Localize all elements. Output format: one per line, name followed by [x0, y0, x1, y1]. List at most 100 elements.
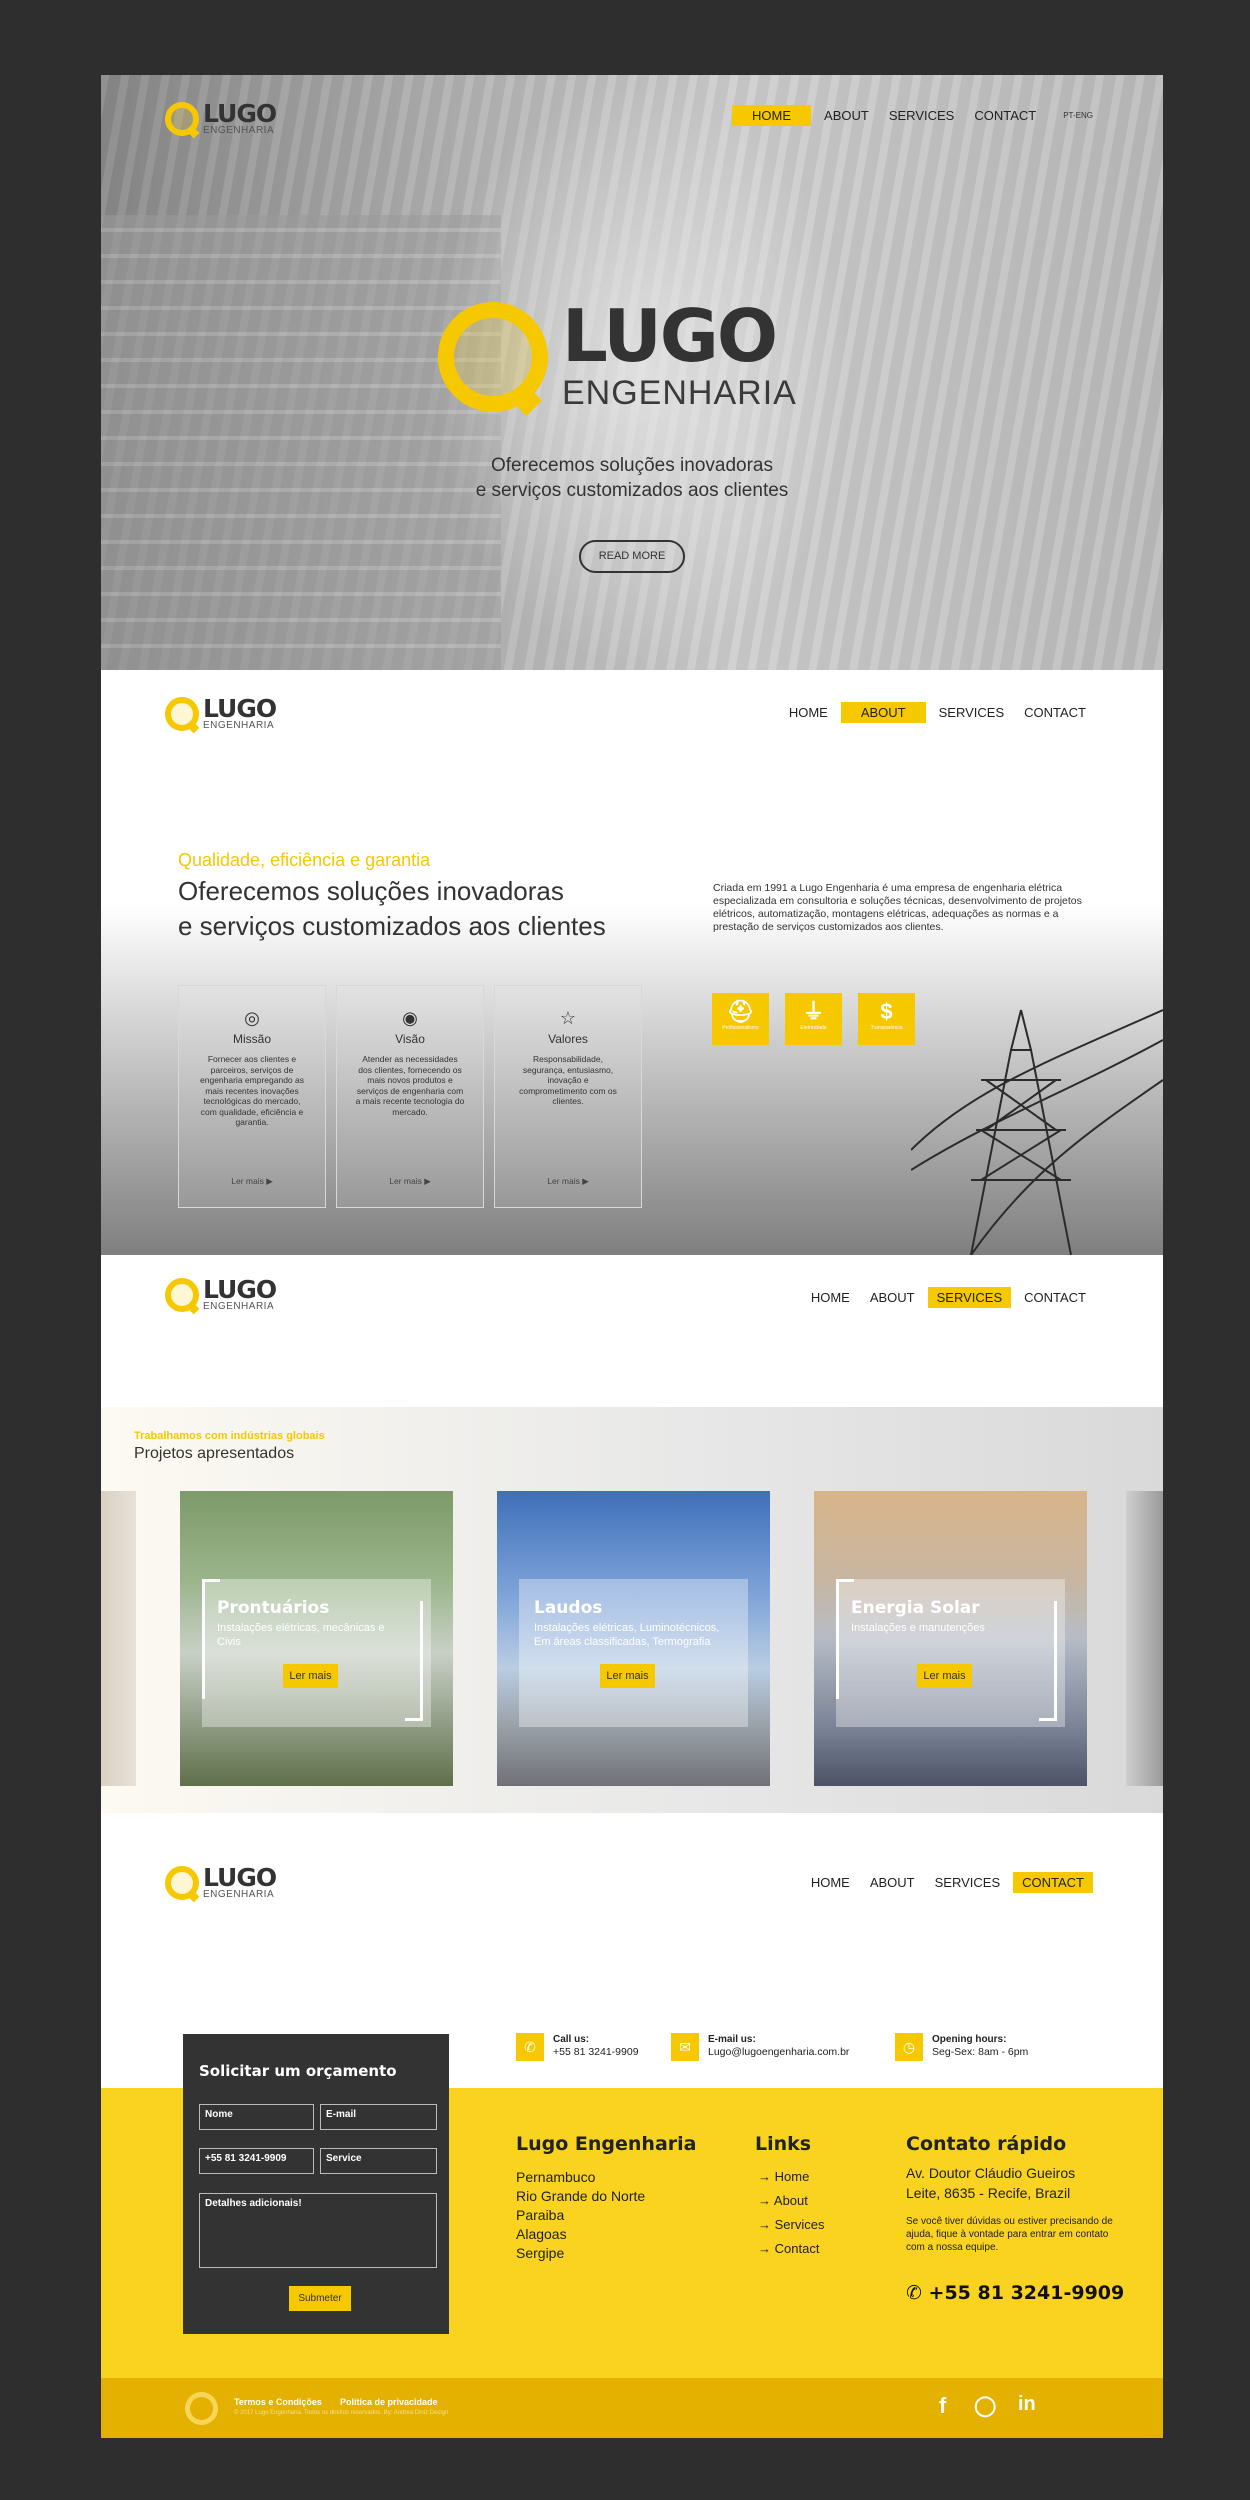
power-tower-image — [911, 1009, 1163, 1255]
name-field[interactable]: Nome — [199, 2104, 314, 2130]
facebook-icon[interactable]: f — [939, 2393, 946, 2419]
details-field[interactable]: Detalhes adicionais! — [199, 2193, 437, 2268]
read-more-link[interactable]: Ler mais ▶ — [179, 1176, 325, 1187]
project-read-more-button[interactable]: Ler mais — [600, 1664, 655, 1688]
services-tagline: Trabalhamos com indústrias globais — [134, 1430, 325, 1442]
contact-section: LUGO ENGENHARIA HOME ABOUT SERVICES CONTA… — [101, 1813, 1163, 2438]
nav-contact[interactable]: CONTACT — [1013, 1872, 1093, 1893]
footer-link-contact[interactable]: → Contact — [758, 2237, 824, 2261]
read-more-link[interactable]: Ler mais ▶ — [337, 1176, 483, 1187]
phone-field[interactable]: +55 81 3241-9909 — [199, 2148, 314, 2174]
about-kicker: Qualidade, eficiência e garantia — [178, 850, 431, 870]
services-title: Projetos apresentados — [134, 1445, 295, 1462]
address: Av. Doutor Cláudio Gueiros Leite, 8635 - … — [906, 2165, 1076, 2201]
nav-services[interactable]: SERVICES — [932, 702, 1012, 723]
service-field[interactable]: Service — [320, 2148, 437, 2174]
form-title: Solicitar um orçamento — [199, 2062, 397, 2080]
nav-about[interactable]: ABOUT — [840, 702, 926, 723]
about-description: Criada em 1991 a Lugo Engenharia é uma e… — [713, 882, 1082, 933]
footer-logo-icon — [185, 2392, 218, 2425]
footer-link-home[interactable]: → Home — [758, 2165, 824, 2189]
clock-icon: ◷ — [895, 2033, 923, 2061]
badge-transparency: $ Transparência — [858, 993, 915, 1045]
helmet-icon: ⛑ — [726, 999, 755, 1024]
links-title: Links — [755, 2133, 812, 2155]
phone-icon: ✆ — [516, 2033, 544, 2061]
copyright: © 2017 Lugo Engenharia. Todos os direito… — [234, 2410, 449, 2416]
project-read-more-button[interactable]: Ler mais — [283, 1664, 338, 1688]
project-read-more-button[interactable]: Ler mais — [917, 1664, 972, 1688]
logo[interactable]: LUGO ENGENHARIA — [165, 1865, 277, 1900]
bulb-icon — [438, 301, 548, 412]
nav-contact[interactable]: CONTACT — [967, 105, 1043, 126]
language-toggle[interactable]: PT-ENG — [1063, 111, 1093, 120]
logo[interactable]: LUGO ENGENHARIA — [165, 101, 277, 136]
read-more-link[interactable]: Ler mais ▶ — [495, 1176, 641, 1187]
badge-electricity: ⏚ Eletricidade — [785, 993, 842, 1045]
phone-number[interactable]: ✆ +55 81 3241-9909 — [906, 2282, 1124, 2304]
footer-links: → Home → About → Services → Contact — [758, 2165, 824, 2261]
logo[interactable]: LUGO ENGENHARIA — [165, 1277, 277, 1312]
main-nav: HOME ABOUT SERVICES CONTACT — [782, 702, 1093, 723]
nav-services[interactable]: SERVICES — [882, 105, 962, 126]
privacy-link[interactable]: Política de privacidade — [340, 2397, 438, 2407]
states-list: Pernambuco Rio Grande do Norte Paraiba Alag… — [516, 2169, 646, 2261]
nav-about[interactable]: ABOUT — [817, 105, 876, 126]
contact-note: Se você tiver dúvidas ou estiver precisa… — [906, 2216, 1113, 2253]
nav-about[interactable]: ABOUT — [863, 1287, 922, 1308]
project-card[interactable]: Laudos Instalações elétricas, Luminotécn… — [497, 1491, 770, 1786]
main-nav: HOME ABOUT SERVICES CONTACT — [804, 1287, 1093, 1308]
nav-home[interactable]: HOME — [732, 105, 812, 126]
info-call: ✆ Call us: +55 81 3241-9909 — [516, 2033, 639, 2061]
about-section: LUGO ENGENHARIA HOME ABOUT SERVICES CONTA… — [101, 670, 1163, 1255]
logo[interactable]: LUGO ENGENHARIA — [165, 696, 277, 731]
bulb-icon — [165, 696, 199, 731]
dollar-icon: $ — [880, 999, 893, 1024]
mail-icon: ✉ — [671, 2033, 699, 2061]
linkedin-icon[interactable]: in — [1018, 2393, 1036, 2416]
whatsapp-icon[interactable]: ◯ — [974, 2393, 996, 2418]
bulb-icon — [165, 101, 199, 136]
project-card[interactable]: Prontuários Instalações elétricas, mecân… — [180, 1491, 453, 1786]
nav-services[interactable]: SERVICES — [928, 1872, 1008, 1893]
project-card-partial[interactable] — [1126, 1491, 1163, 1786]
services-section: LUGO ENGENHARIA HOME ABOUT SERVICES CONTA… — [101, 1255, 1163, 1813]
plug-icon: ⏚ — [802, 999, 825, 1024]
nav-home[interactable]: HOME — [804, 1872, 857, 1893]
project-card-partial[interactable] — [101, 1491, 136, 1786]
nav-about[interactable]: ABOUT — [863, 1872, 922, 1893]
bulb-icon — [165, 1865, 199, 1900]
hero-section: LUGO ENGENHARIA HOME ABOUT SERVICES CONTA… — [101, 75, 1163, 670]
eye-icon: ◉ — [402, 1008, 418, 1028]
about-title: Oferecemos soluções inovadoras e serviços… — [178, 876, 606, 941]
footer-link-services[interactable]: → Services — [758, 2213, 824, 2237]
badge-professionalism: ⛑ Profissionalismo — [712, 993, 769, 1045]
project-card[interactable]: Energia Solar Instalações e manutenções … — [814, 1491, 1087, 1786]
footer-bar — [101, 2378, 1163, 2438]
nav-contact[interactable]: CONTACT — [1017, 1287, 1093, 1308]
nav-home[interactable]: HOME — [804, 1287, 857, 1308]
values-card: ☆ Valores Responsabilidade, segurança, e… — [494, 985, 642, 1208]
target-icon: ◎ — [244, 1008, 260, 1028]
quick-contact-title: Contato rápido — [906, 2133, 1067, 2155]
main-nav: HOME ABOUT SERVICES CONTACT PT-ENG — [732, 105, 1093, 126]
info-email: ✉ E-mail us: Lugo@lugoengenharia.com.br — [671, 2033, 849, 2061]
read-more-button[interactable]: READ MORE — [579, 540, 685, 573]
bulb-icon — [165, 1277, 199, 1312]
phone-icon: ✆ — [906, 2282, 922, 2304]
submit-button[interactable]: Submeter — [289, 2286, 351, 2311]
nav-services[interactable]: SERVICES — [927, 1287, 1012, 1308]
hero-subtitle: Oferecemos soluções inovadoras e serviços… — [475, 455, 789, 501]
feature-badges: ⛑ Profissionalismo ⏚ Eletricidade $ Transpa… — [712, 993, 915, 1045]
footer-link-about[interactable]: → About — [758, 2189, 824, 2213]
terms-link[interactable]: Termos e Condições — [234, 2397, 322, 2407]
email-field[interactable]: E-mail — [320, 2104, 437, 2130]
nav-home[interactable]: HOME — [782, 702, 835, 723]
quote-form: Solicitar um orçamento Nome E-mail +55 8… — [183, 2034, 449, 2334]
hero-logo: LUGO ENGENHARIA — [438, 300, 797, 413]
vision-card: ◉ Visão Atender as necessidades dos clie… — [336, 985, 484, 1208]
star-icon: ☆ — [559, 1008, 577, 1028]
values-cards: ◎ Missão Fornecer aos clientes e parceir… — [178, 985, 642, 1208]
nav-contact[interactable]: CONTACT — [1017, 702, 1093, 723]
company-title: Lugo Engenharia — [516, 2133, 697, 2155]
